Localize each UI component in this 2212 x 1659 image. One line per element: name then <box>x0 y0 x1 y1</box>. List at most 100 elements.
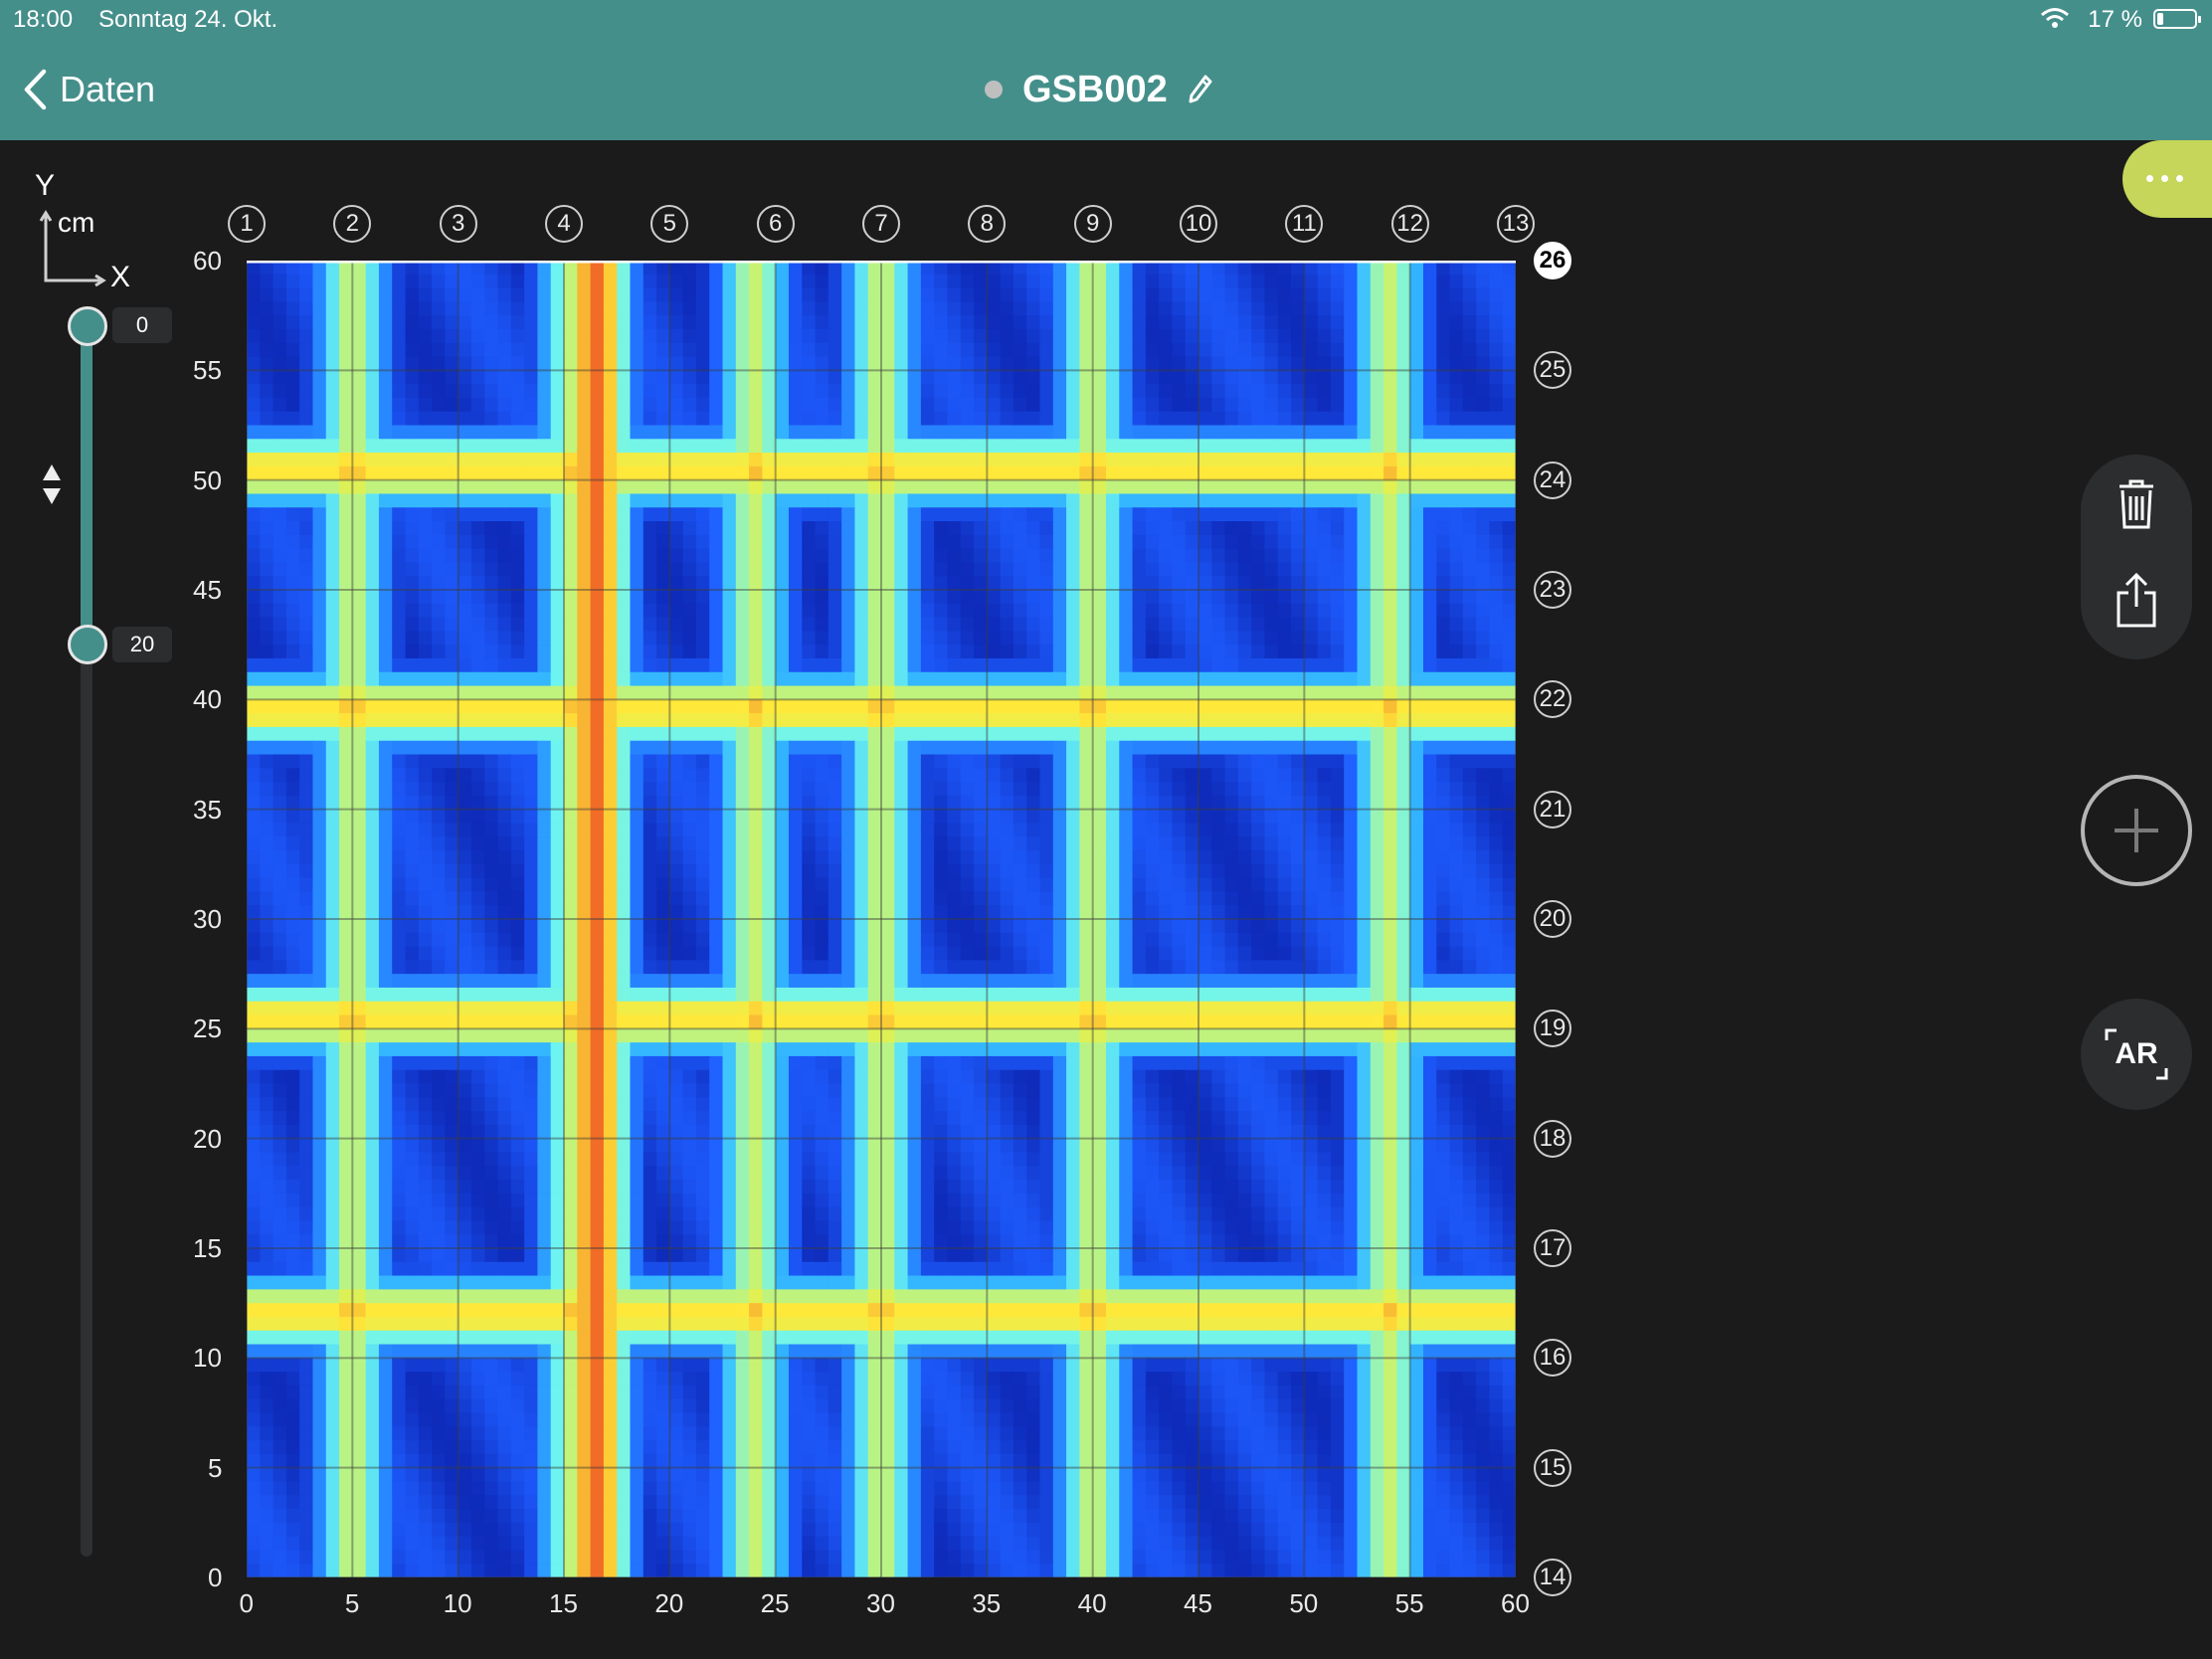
heatmap-cell <box>1317 891 1332 906</box>
heatmap-cell <box>669 850 684 865</box>
depth-slider-upper-thumb[interactable] <box>68 306 107 346</box>
heatmap-cell <box>1344 645 1359 659</box>
heatmap-cell <box>1462 370 1477 385</box>
heatmap-cell <box>1304 946 1319 961</box>
heatmap-cell <box>1132 425 1147 440</box>
heatmap-cell <box>1132 850 1147 865</box>
heatmap-cell <box>920 877 935 893</box>
heatmap-cell <box>1237 397 1252 413</box>
heatmap-cell <box>1105 411 1120 427</box>
heatmap-cell <box>339 370 353 385</box>
heatmap-cell <box>907 740 922 756</box>
heatmap-cell <box>458 740 472 756</box>
heatmap-cell <box>656 809 670 825</box>
heatmap-cell <box>458 534 472 550</box>
heatmap-cell <box>749 754 763 769</box>
heatmap-cell <box>881 740 895 756</box>
heatmap-cell <box>828 397 842 413</box>
heatmap-cell <box>1066 287 1080 302</box>
heatmap-cell <box>285 370 300 385</box>
heatmap-cell <box>1449 534 1464 550</box>
heatmap-cell <box>669 301 684 316</box>
heatmap-cell <box>617 315 632 330</box>
heatmap-cell <box>1119 891 1134 906</box>
more-options-button[interactable] <box>2122 140 2212 218</box>
heatmap-cell <box>709 782 724 797</box>
heatmap-cell <box>1489 671 1504 687</box>
heatmap-cell <box>1291 631 1305 645</box>
up-down-arrows-icon[interactable] <box>41 462 63 506</box>
heatmap-cell <box>590 534 605 550</box>
heatmap-cell <box>1277 384 1292 399</box>
heatmap-cell <box>1489 562 1504 577</box>
heatmap-cell <box>709 342 724 358</box>
heatmap-cell <box>656 562 670 577</box>
heatmap-cell <box>1291 823 1305 837</box>
heatmap-cell <box>1409 631 1424 645</box>
heatmap-cell <box>920 645 935 659</box>
heatmap-cell <box>510 754 525 769</box>
heatmap-cell <box>1330 301 1345 316</box>
heatmap-cell <box>1172 960 1187 975</box>
heatmap-cell <box>564 603 578 619</box>
heatmap-cell <box>815 370 830 385</box>
heatmap-cell <box>682 657 697 673</box>
heatmap-cell <box>325 726 340 742</box>
heatmap-cell <box>603 397 618 413</box>
scan-heatmap-chart[interactable] <box>247 261 1516 1577</box>
heatmap-cell <box>365 439 380 454</box>
heatmap-cell <box>1396 465 1411 481</box>
heatmap-cell <box>1304 411 1319 427</box>
heatmap-cell <box>695 932 710 948</box>
heatmap-cell <box>458 617 472 632</box>
heatmap-cell <box>695 590 710 605</box>
heatmap-cell <box>1185 548 1199 564</box>
heatmap-cell <box>1383 726 1397 742</box>
heatmap-cell <box>775 425 790 440</box>
heatmap-cell <box>802 960 817 975</box>
heatmap-cell <box>617 782 632 797</box>
heatmap-cell <box>1409 836 1424 851</box>
heatmap-cell <box>1092 631 1107 645</box>
heatmap-cell <box>695 713 710 728</box>
heatmap-cell <box>947 671 962 687</box>
heatmap-cell <box>458 836 472 851</box>
heatmap-cell <box>974 863 988 879</box>
heatmap-cell <box>1409 768 1424 783</box>
heatmap-cell <box>1422 370 1437 385</box>
heatmap-cell <box>1039 479 1054 495</box>
heatmap-cell <box>392 850 407 865</box>
heatmap-cell <box>365 946 380 961</box>
heatmap-cell <box>630 671 645 687</box>
heatmap-cell <box>550 645 565 659</box>
heatmap-cell <box>247 562 261 577</box>
heatmap-cell <box>1119 850 1134 865</box>
heatmap-cell <box>484 301 499 316</box>
heatmap-cell <box>1066 562 1080 577</box>
heatmap-cell <box>630 521 645 536</box>
heatmap-cell <box>815 905 830 920</box>
heatmap-cell <box>550 534 565 550</box>
heatmap-cell <box>709 960 724 975</box>
heatmap-cell <box>510 439 525 454</box>
heatmap-cell <box>273 809 287 825</box>
heatmap-cell <box>1291 726 1305 742</box>
back-button[interactable]: Daten <box>22 66 155 113</box>
heatmap-cell <box>1145 576 1160 591</box>
heatmap-cell <box>749 782 763 797</box>
depth-slider-lower-thumb[interactable] <box>68 625 107 664</box>
heatmap-cell <box>1039 287 1054 302</box>
heatmap-cell <box>1264 617 1279 632</box>
heatmap-cell <box>1039 617 1054 632</box>
heatmap-cell <box>1066 439 1080 454</box>
heatmap-cell <box>735 754 750 769</box>
heatmap-cell <box>260 603 275 619</box>
heatmap-cell <box>1422 507 1437 522</box>
edit-pencil-icon[interactable] <box>1188 74 1213 105</box>
heatmap-cell <box>537 521 552 536</box>
heatmap-cell <box>1370 685 1384 700</box>
heatmap-cell <box>947 453 962 467</box>
heatmap-cell <box>1198 507 1212 522</box>
heatmap-cell <box>656 274 670 289</box>
heatmap-cell <box>775 576 790 591</box>
